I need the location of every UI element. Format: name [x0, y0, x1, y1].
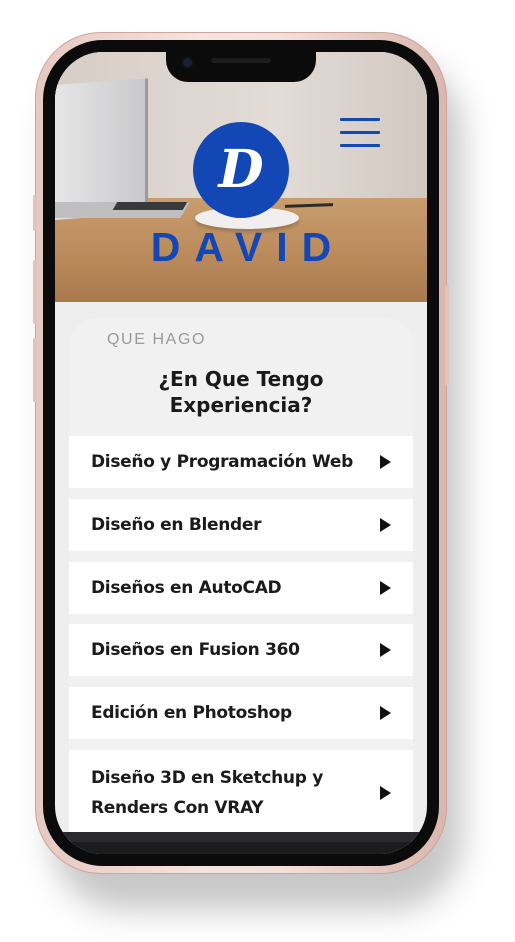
brand-name: DAVID — [150, 224, 346, 270]
phone-power-button — [445, 285, 449, 385]
service-label: Edición en Photoshop — [91, 703, 292, 723]
section-title-text: ¿En Que Tengo Experiencia? — [158, 367, 324, 417]
service-item-sketchup[interactable]: Diseño 3D en Sketchup y Renders Con VRAY — [69, 750, 413, 836]
speaker-grille — [211, 58, 271, 63]
logo-badge[interactable]: D — [193, 122, 289, 218]
menu-line — [340, 144, 380, 147]
service-item-fusion[interactable]: Diseños en Fusion 360 — [69, 624, 413, 676]
service-label: Diseño 3D en Sketchup y Renders Con VRAY — [91, 768, 323, 818]
service-item-web[interactable]: Diseño y Programación Web — [69, 436, 413, 488]
footer-bar-bottom — [55, 842, 427, 854]
laptop-image — [55, 78, 148, 221]
services-card: QUE HAGO ¿En Que Tengo Experiencia? Dise… — [69, 318, 413, 854]
caret-right-icon — [380, 643, 391, 657]
caret-right-icon — [380, 455, 391, 469]
notch — [166, 52, 316, 82]
phone-screen: D DAVID QUE HAGO ¿En Que Tengo Experienc… — [55, 52, 427, 854]
phone-volume-up — [33, 260, 37, 324]
service-label: Diseño y Programación Web — [91, 452, 353, 472]
laptop-keyboard-image — [112, 202, 188, 210]
caret-right-icon — [380, 518, 391, 532]
caret-right-icon — [380, 786, 391, 800]
caret-right-icon — [380, 581, 391, 595]
service-label: Diseños en AutoCAD — [91, 578, 282, 598]
front-camera-icon — [183, 58, 192, 67]
service-label: Diseños en Fusion 360 — [91, 640, 300, 660]
service-label: Diseño en Blender — [91, 515, 262, 535]
menu-line — [340, 118, 380, 121]
phone-mute-switch — [33, 195, 37, 231]
hamburger-menu-icon[interactable] — [340, 118, 380, 150]
menu-line — [340, 131, 380, 134]
phone-volume-down — [33, 338, 37, 402]
service-item-blender[interactable]: Diseño en Blender — [69, 499, 413, 551]
section-title: ¿En Que Tengo Experiencia? — [69, 366, 413, 418]
service-item-photoshop[interactable]: Edición en Photoshop — [69, 687, 413, 739]
section-kicker: QUE HAGO — [107, 331, 207, 348]
hero-banner: D DAVID — [55, 52, 427, 302]
caret-right-icon — [380, 706, 391, 720]
service-item-autocad[interactable]: Diseños en AutoCAD — [69, 562, 413, 614]
